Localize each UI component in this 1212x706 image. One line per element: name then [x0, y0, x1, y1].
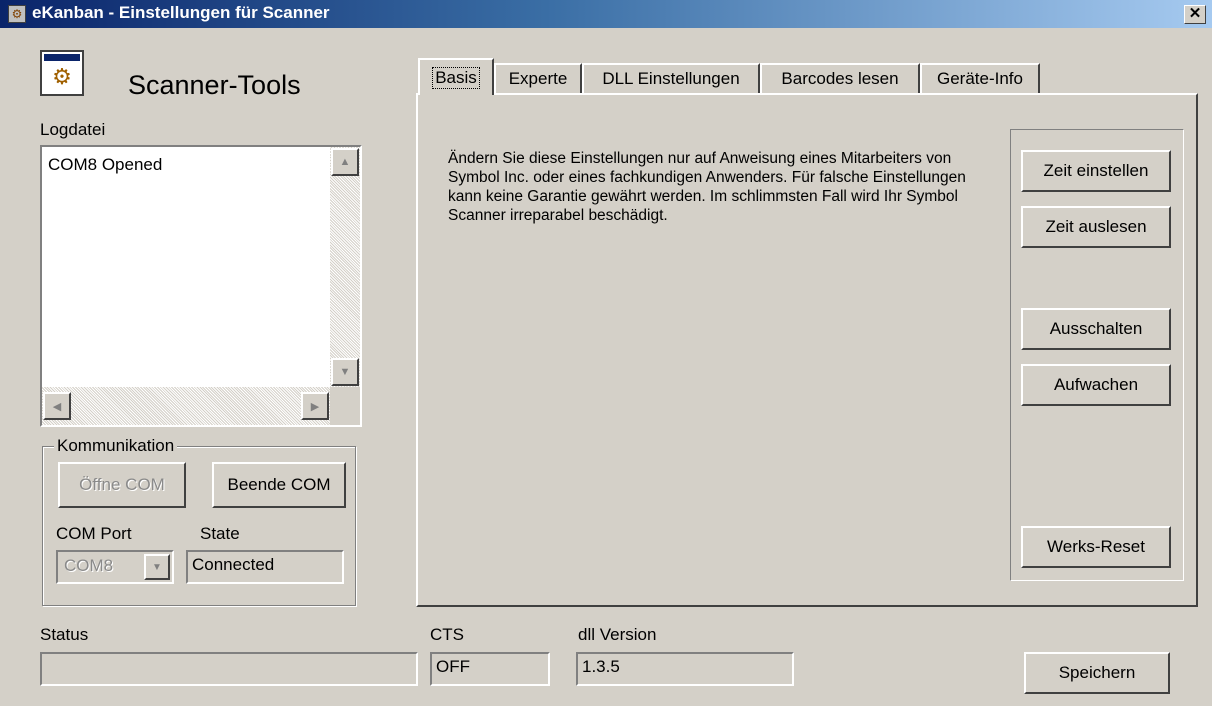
state-label: State: [200, 524, 240, 543]
com-port-select[interactable]: COM8 ▼: [56, 550, 174, 584]
save-button[interactable]: Speichern: [1024, 652, 1170, 694]
status-field: [40, 652, 418, 686]
log-vertical-scrollbar[interactable]: ▲ ▼: [330, 147, 360, 387]
window-title: eKanban - Einstellungen für Scanner: [32, 3, 330, 22]
tab-panel-basis: Ändern Sie diese Einstellungen nur auf A…: [416, 93, 1198, 607]
tab-barcodes-label: Barcodes lesen: [781, 69, 899, 88]
tab-experte[interactable]: Experte: [494, 63, 582, 93]
tab-dll-label: DLL Einstellungen: [602, 69, 740, 88]
log-horizontal-scrollbar[interactable]: ◀ ▶: [42, 387, 330, 425]
log-label: Logdatei: [40, 120, 106, 139]
app-title: Scanner-Tools: [128, 70, 301, 100]
tab-dll-einstellungen[interactable]: DLL Einstellungen: [582, 63, 760, 93]
tab-experte-label: Experte: [508, 69, 568, 88]
dll-version-label: dll Version: [578, 625, 657, 644]
cts-label: CTS: [430, 625, 464, 644]
com-port-label: COM Port: [56, 524, 132, 543]
arrow-left-icon: ◀: [52, 400, 62, 413]
tab-geraete-label: Geräte-Info: [937, 69, 1023, 88]
dropdown-button[interactable]: ▼: [144, 554, 170, 580]
scroll-down-button[interactable]: ▼: [331, 358, 359, 386]
action-button-frame: Zeit einstellen Zeit auslesen Ausschalte…: [1010, 129, 1184, 581]
open-com-button[interactable]: Öffne COM: [58, 462, 186, 508]
power-off-button[interactable]: Ausschalten: [1021, 308, 1171, 350]
tab-geraete-info[interactable]: Geräte-Info: [920, 63, 1040, 93]
wake-up-button[interactable]: Aufwachen: [1021, 364, 1171, 406]
close-com-button[interactable]: Beende COM: [212, 462, 346, 508]
arrow-up-icon: ▲: [339, 156, 351, 168]
tab-basis-label: Basis: [432, 66, 480, 89]
gear-icon[interactable]: ⚙: [8, 5, 26, 23]
factory-reset-button[interactable]: Werks-Reset: [1021, 526, 1171, 568]
log-line: COM8 Opened: [48, 155, 163, 174]
state-field: Connected: [186, 550, 344, 584]
set-time-button[interactable]: Zeit einstellen: [1021, 150, 1171, 192]
scrollbar-corner: [330, 387, 360, 425]
settings-gear-icon: ⚙: [40, 50, 84, 96]
arrow-right-icon: ▶: [310, 400, 320, 413]
dll-version-field: 1.3.5: [576, 652, 794, 686]
chevron-down-icon: ▼: [152, 561, 162, 573]
main-window: ⚙ eKanban - Einstellungen für Scanner ✕ …: [0, 0, 1212, 706]
arrow-down-icon: ▼: [339, 366, 351, 378]
scroll-up-button[interactable]: ▲: [331, 148, 359, 176]
warning-text: Ändern Sie diese Einstellungen nur auf A…: [448, 150, 966, 224]
close-button[interactable]: ✕: [1184, 5, 1206, 24]
logo-titlebar-strip: [44, 54, 80, 61]
log-listbox[interactable]: COM8 Opened ▲ ▼ ◀ ▶: [40, 145, 362, 427]
tab-barcodes-lesen[interactable]: Barcodes lesen: [760, 63, 920, 93]
title-bar: ⚙ eKanban - Einstellungen für Scanner ✕: [0, 0, 1212, 28]
com-port-value: COM8: [64, 556, 114, 575]
tab-basis[interactable]: Basis: [418, 58, 494, 95]
scroll-right-button[interactable]: ▶: [301, 392, 329, 420]
cts-field: OFF: [430, 652, 550, 686]
logo-gear-glyph: ⚙: [52, 64, 72, 89]
scroll-left-button[interactable]: ◀: [43, 392, 71, 420]
status-label: Status: [40, 625, 89, 644]
read-time-button[interactable]: Zeit auslesen: [1021, 206, 1171, 248]
communication-group-label: Kommunikation: [54, 436, 178, 456]
